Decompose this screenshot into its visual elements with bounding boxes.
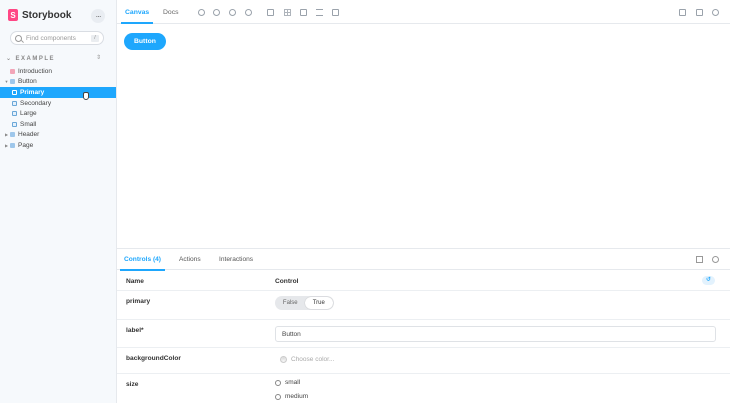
sidebar-item-introduction[interactable]: Introduction bbox=[0, 66, 116, 77]
sidebar-item-large[interactable]: Large bbox=[0, 108, 116, 119]
tab-interactions[interactable]: Interactions bbox=[219, 249, 253, 270]
tab-canvas[interactable]: Canvas bbox=[120, 0, 154, 24]
search-input[interactable] bbox=[26, 34, 90, 42]
label-text-field[interactable] bbox=[275, 326, 716, 342]
component-icon bbox=[10, 132, 15, 138]
sidebar-item-label: Secondary bbox=[20, 99, 52, 107]
outline-icon[interactable] bbox=[332, 9, 339, 16]
section-title: EXAMPLE bbox=[15, 55, 56, 62]
color-swatch-icon bbox=[280, 356, 287, 363]
section-header-example[interactable]: ⌄ EXAMPLE bbox=[6, 55, 56, 63]
control-label: size bbox=[126, 381, 139, 388]
sidebar-item-button[interactable]: ▼ Button bbox=[0, 77, 116, 88]
story-tree: Introduction ▼ Button Primary Secondary … bbox=[0, 66, 116, 151]
toggle-option-true[interactable]: True bbox=[304, 297, 333, 309]
sidebar-item-label: Header bbox=[18, 131, 40, 139]
control-row-primary: primary False True bbox=[117, 291, 730, 320]
tab-docs[interactable]: Docs bbox=[163, 0, 179, 24]
caret-right-icon: ▶ bbox=[4, 132, 9, 138]
control-label: label* bbox=[126, 327, 144, 334]
control-label: backgroundColor bbox=[126, 355, 181, 362]
fullscreen-icon[interactable] bbox=[679, 9, 686, 16]
search-icon bbox=[15, 34, 22, 42]
addons-panel: Controls (4) Actions Interactions Name C… bbox=[117, 248, 730, 403]
mouse-cursor-icon bbox=[83, 92, 89, 100]
reset-controls-icon[interactable]: ↺ bbox=[702, 276, 715, 285]
sidebar-item-secondary[interactable]: Secondary bbox=[0, 98, 116, 109]
close-panel-icon[interactable] bbox=[712, 256, 719, 263]
controls-table-header: Name Control ↺ bbox=[117, 271, 730, 291]
panel-orientation-icon[interactable] bbox=[696, 256, 703, 263]
primary-boolean-toggle[interactable]: False True bbox=[275, 296, 334, 310]
control-row-label: label* bbox=[117, 320, 730, 348]
sidebar-item-page[interactable]: ▶ Page bbox=[0, 140, 116, 151]
story-icon bbox=[12, 111, 17, 117]
zoom-reset-icon[interactable] bbox=[245, 9, 252, 16]
panel-tabs: Controls (4) Actions Interactions bbox=[117, 249, 730, 271]
search-shortcut-badge: / bbox=[91, 34, 99, 42]
sidebar-item-label: Large bbox=[20, 110, 37, 118]
size-radio-small[interactable]: small bbox=[275, 379, 300, 386]
grid-icon[interactable] bbox=[284, 9, 291, 16]
background-icon[interactable] bbox=[267, 9, 274, 16]
brand[interactable]: S Storybook bbox=[8, 9, 71, 21]
story-icon bbox=[12, 121, 17, 127]
sidebar-item-label: Button bbox=[18, 78, 37, 86]
measure-icon[interactable] bbox=[316, 9, 323, 16]
sidebar-item-primary[interactable]: Primary bbox=[0, 87, 116, 98]
document-icon bbox=[10, 68, 15, 74]
sidebar-item-label: Introduction bbox=[18, 67, 52, 75]
column-header-name: Name bbox=[126, 278, 144, 285]
zoom-in-icon[interactable] bbox=[213, 9, 220, 16]
radio-icon[interactable] bbox=[275, 393, 281, 400]
caret-down-icon: ▼ bbox=[4, 79, 9, 85]
story-icon bbox=[12, 89, 17, 95]
control-row-size: size small medium bbox=[117, 374, 730, 403]
sidebar-item-label: Small bbox=[20, 120, 37, 128]
tab-actions[interactable]: Actions bbox=[179, 249, 201, 270]
zoom-out-icon[interactable] bbox=[229, 9, 236, 16]
radio-label: medium bbox=[285, 393, 309, 400]
caret-right-icon: ▶ bbox=[4, 142, 9, 148]
story-primary-button[interactable]: Button bbox=[124, 33, 166, 50]
control-label: primary bbox=[126, 298, 151, 305]
sidebar: S Storybook ··· / ⌄ EXAMPLE ⇕ Introducti… bbox=[0, 0, 117, 403]
tab-controls[interactable]: Controls (4) bbox=[120, 249, 165, 271]
sidebar-item-header[interactable]: ▶ Header bbox=[0, 130, 116, 141]
open-new-tab-icon[interactable] bbox=[696, 9, 703, 16]
column-header-control: Control bbox=[275, 278, 299, 285]
reload-icon[interactable] bbox=[198, 9, 205, 16]
copy-link-icon[interactable] bbox=[712, 9, 719, 16]
menu-button[interactable]: ··· bbox=[91, 9, 105, 23]
sidebar-item-small[interactable]: Small bbox=[0, 119, 116, 130]
size-radio-medium[interactable]: medium bbox=[275, 393, 308, 400]
storybook-logo-icon: S bbox=[8, 9, 18, 21]
control-row-background-color: backgroundColor Choose color... bbox=[117, 348, 730, 374]
radio-icon[interactable] bbox=[275, 379, 281, 386]
sidebar-item-label: Primary bbox=[20, 88, 45, 96]
expand-all-icon[interactable]: ⇕ bbox=[96, 54, 101, 61]
component-icon bbox=[10, 79, 15, 85]
story-canvas: Button bbox=[117, 24, 730, 248]
story-icon bbox=[12, 100, 17, 106]
sidebar-item-label: Page bbox=[18, 141, 34, 149]
background-color-picker[interactable]: Choose color... bbox=[280, 356, 334, 363]
caret-down-icon: ⌄ bbox=[6, 56, 13, 62]
radio-label: small bbox=[285, 379, 301, 386]
toggle-option-false[interactable]: False bbox=[276, 297, 305, 309]
color-placeholder: Choose color... bbox=[291, 356, 335, 363]
component-icon bbox=[10, 142, 15, 148]
preview-toolbar: Canvas Docs bbox=[117, 0, 730, 24]
viewport-icon[interactable] bbox=[300, 9, 307, 16]
search-box[interactable]: / bbox=[10, 31, 104, 45]
brand-name: Storybook bbox=[22, 9, 72, 21]
